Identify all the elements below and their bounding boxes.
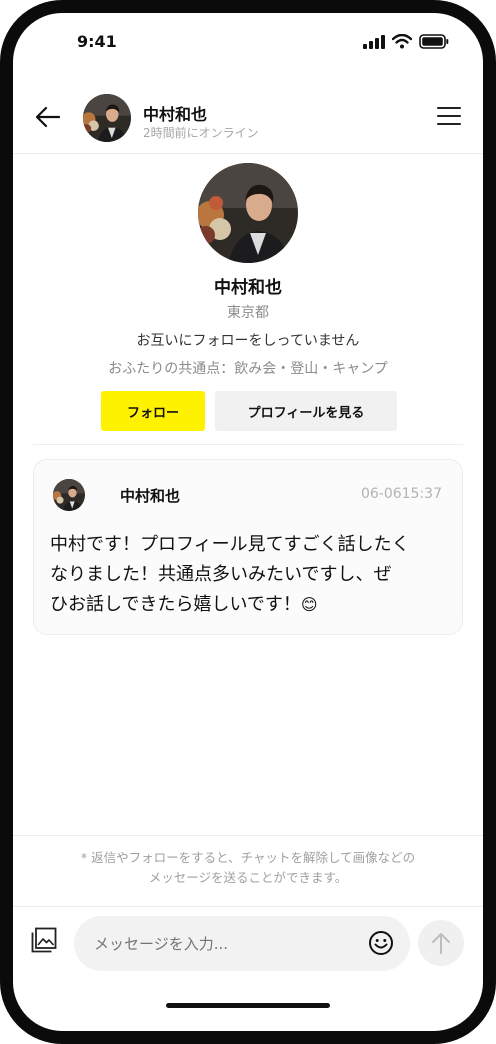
smiling-face-emoji: 😊	[300, 595, 318, 614]
notice-line: * 返信やフォローをすると、チャットを解除して画像などの	[80, 850, 416, 865]
home-indicator[interactable]	[166, 1003, 330, 1008]
reply-notice: * 返信やフォローをすると、チャットを解除して画像などの メッセージを送ることが…	[13, 835, 483, 907]
status-time: 9:41	[77, 32, 117, 51]
view-profile-button[interactable]: プロフィールを見る	[215, 391, 397, 431]
message-avatar[interactable]	[53, 479, 85, 511]
message-text: 中村です！プロフィール見てすごく話したく なりました！共通点多いみたいですし、ぜ…	[50, 530, 448, 620]
follow-relation: お互いにフォローをしっていません	[136, 333, 360, 349]
message-card: 中村和也 06-0615:37 中村です！プロフィール見てすごく話したく なりま…	[33, 459, 463, 635]
profile-avatar[interactable]	[198, 163, 298, 263]
signal-icon	[363, 34, 385, 49]
message-timestamp: 06-0615:37	[360, 486, 442, 502]
profile-actions: フォロー プロフィールを見る	[101, 391, 397, 431]
back-arrow-icon[interactable]	[33, 102, 63, 132]
phone-frame: 9:41 中村和也 2時間前にオンライン 中村和也 東京都 お互いにフォローをし…	[0, 0, 496, 1044]
profile-name: 中村和也	[214, 278, 282, 298]
notice-text: * 返信やフォローをすると、チャットを解除して画像などの メッセージを送ることが…	[33, 848, 463, 888]
chat-screen: 9:41 中村和也 2時間前にオンライン 中村和也 東京都 お互いにフォローをし…	[13, 13, 483, 1031]
battery-icon	[419, 34, 449, 49]
send-button[interactable]	[418, 920, 464, 966]
wifi-icon	[392, 34, 412, 49]
hamburger-menu-icon[interactable]	[437, 107, 461, 127]
divider	[33, 444, 463, 445]
common-interests-label: おふたりの共通点：	[108, 361, 235, 377]
arrow-up-icon	[432, 933, 450, 954]
common-interests: おふたりの共通点：飲み会・登山・キャンプ	[13, 358, 483, 378]
chat-header: 中村和也 2時間前にオンライン	[13, 77, 483, 154]
message-line: ひお話しできたら嬉しいです！😊	[50, 590, 448, 620]
notice-line: メッセージを送ることができます。	[148, 870, 348, 885]
message-line-text: ひお話しできたら嬉しいです！	[50, 594, 301, 615]
status-icons	[363, 34, 449, 49]
image-icon[interactable]	[31, 927, 57, 953]
avatar-photo	[53, 479, 85, 511]
common-interests-values: 飲み会・登山・キャンプ	[234, 361, 388, 377]
profile-location: 東京都	[227, 305, 269, 321]
status-bar: 9:41	[13, 13, 483, 73]
message-sender: 中村和也	[120, 487, 181, 505]
online-status: 2時間前にオンライン	[143, 126, 259, 140]
header-avatar[interactable]	[83, 94, 131, 142]
message-input[interactable]	[74, 916, 410, 971]
header-name: 中村和也	[143, 105, 208, 124]
message-line: なりました！共通点多いみたいですし、ぜ	[50, 564, 392, 585]
avatar-photo	[198, 163, 298, 263]
profile-card: 中村和也 東京都 お互いにフォローをしっていません おふたりの共通点：飲み会・登…	[13, 153, 483, 445]
avatar-photo	[83, 94, 131, 142]
follow-button[interactable]: フォロー	[101, 391, 205, 431]
smiley-icon[interactable]	[368, 930, 394, 956]
message-line: 中村です！プロフィール見てすごく話したく	[50, 534, 410, 555]
